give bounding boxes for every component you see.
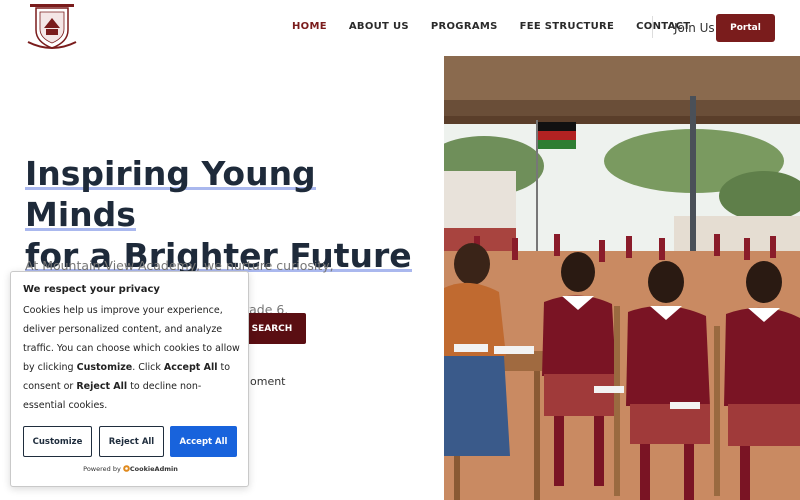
cookieadmin-logo-icon [123,465,130,472]
hero-partial-text: oment [250,375,286,388]
accept-all-button[interactable]: Accept All [170,426,237,457]
nav-fee-structure[interactable]: FEE STRUCTURE [520,21,615,32]
cookie-consent-banner: We respect your privacy Cookies help us … [10,271,249,487]
main-nav: HOME ABOUT US PROGRAMS FEE STRUCTURE CON… [292,21,712,32]
cookie-body-text: . Click [132,362,164,373]
join-us-link[interactable]: Join Us [674,21,715,35]
powered-by-brand[interactable]: CookieAdmin [130,465,178,473]
cookie-body-reject: Reject All [76,381,128,392]
portal-button[interactable]: Portal [716,14,775,42]
site-header: HOME ABOUT US PROGRAMS FEE STRUCTURE CON… [0,0,800,56]
nav-home[interactable]: HOME [292,21,327,32]
cookie-body-customize: Customize [76,362,133,373]
nav-about-us[interactable]: ABOUT US [349,21,409,32]
school-crest-logo[interactable] [26,2,78,52]
cookie-body-accept: Accept All [163,362,218,373]
nav-programs[interactable]: PROGRAMS [431,21,498,32]
powered-by-label: Powered by [83,465,121,473]
hero-photo [444,56,800,500]
customize-button[interactable]: Customize [23,426,92,457]
reject-all-button[interactable]: Reject All [99,426,164,457]
nav-divider [652,16,653,38]
cookie-body: Cookies help us improve your experience,… [23,301,241,415]
powered-by: Powered by CookieAdmin [11,465,250,473]
cookie-title: We respect your privacy [23,284,160,295]
hero-title-line1: Inspiring Young Minds [25,154,316,234]
